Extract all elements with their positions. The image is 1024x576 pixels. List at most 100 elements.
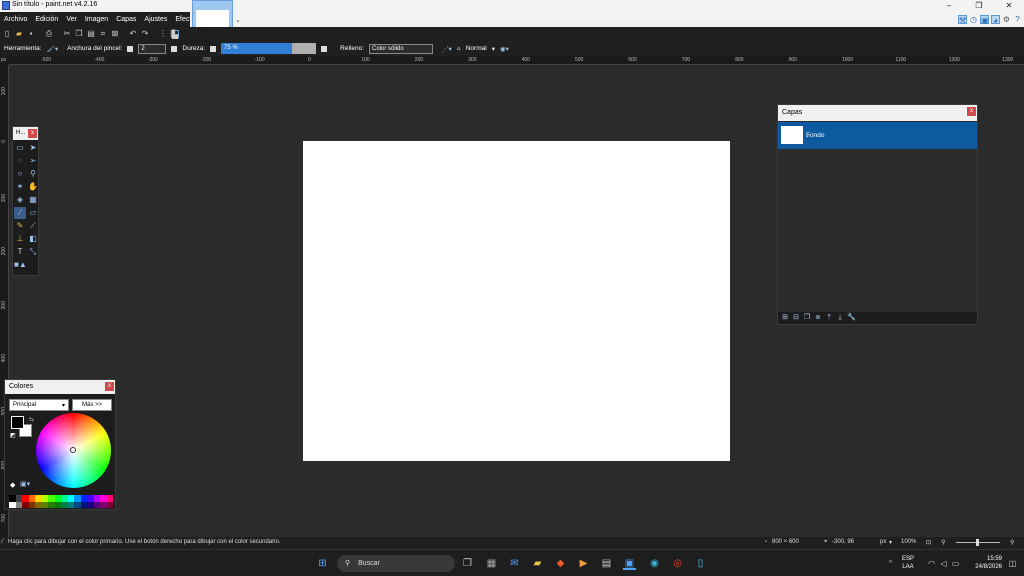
add-layer-icon[interactable]: ⊞ <box>781 314 789 322</box>
line-curve-tool-icon[interactable]: ⤡ <box>27 246 39 258</box>
paste-icon[interactable]: ▤ <box>87 30 95 38</box>
taskbar-clock[interactable]: 15:59 24/8/2026 <box>975 555 1002 571</box>
show-hidden-icons-icon[interactable]: ^ <box>884 557 897 570</box>
menu-capas[interactable]: Capas <box>112 16 140 23</box>
pan-tool-icon[interactable]: ✋ <box>27 181 39 193</box>
duplicate-layer-icon[interactable]: ❐ <box>803 314 811 322</box>
primary-color-swatch[interactable] <box>11 416 24 429</box>
print-icon[interactable]: ⎙ <box>45 30 53 38</box>
zoom-level[interactable]: 100% <box>901 539 916 545</box>
increase-hardness-icon[interactable] <box>321 45 328 52</box>
color-picker-tool-icon[interactable]: ⟋ <box>27 220 39 232</box>
battery-icon[interactable]: ▭ <box>949 557 962 570</box>
color-mode-dropdown[interactable]: Principal ▾ <box>9 399 69 411</box>
file-explorer-icon[interactable]: ▰ <box>531 557 544 570</box>
color-palette[interactable] <box>9 495 113 508</box>
zoom-slider[interactable] <box>956 539 1000 546</box>
color-wheel-cursor[interactable] <box>70 447 76 453</box>
move-selected-tool-icon[interactable]: ➤ <box>27 142 39 154</box>
merge-layer-icon[interactable]: ⧈ <box>814 314 822 322</box>
palette-menu-icon[interactable]: ▣▾ <box>20 480 30 488</box>
help-icon[interactable]: ? <box>1013 15 1022 24</box>
grid-icon[interactable]: ⋮⋮ <box>159 30 175 38</box>
zoom-in-icon[interactable]: ⚲ <box>1010 539 1014 546</box>
shapes-tool-icon[interactable]: ■▲ <box>14 259 27 271</box>
layers-panel-header[interactable]: Capas x <box>778 105 977 121</box>
rectangle-select-tool-icon[interactable]: ▭ <box>14 142 26 154</box>
move-layer-up-icon[interactable]: ⤒ <box>825 314 833 322</box>
mail-icon[interactable]: ✉ <box>508 557 521 570</box>
layer-visibility-checkbox[interactable]: ✓ <box>806 132 974 140</box>
notepad-icon[interactable]: ▯ <box>694 557 707 570</box>
zoom-fit-icon[interactable]: ⊡ <box>926 539 931 546</box>
undo-icon[interactable]: ↶ <box>129 30 137 38</box>
menu-ver[interactable]: Ver <box>62 16 81 23</box>
magic-wand-tool-icon[interactable]: ✶ <box>14 181 26 193</box>
brave-browser-icon[interactable]: ◆ <box>554 557 567 570</box>
taskbar-search-box[interactable]: ⚲ Buscar <box>337 555 455 572</box>
menu-imagen[interactable]: Imagen <box>81 16 112 23</box>
layers-panel-close-icon[interactable]: x <box>967 107 976 116</box>
antialiasing-icon[interactable]: ⋰▾ <box>442 45 452 53</box>
blend-mode-icon[interactable]: ⩟ <box>457 45 461 53</box>
crop-icon[interactable]: ⌗ <box>99 30 107 38</box>
reset-colors-icon[interactable]: ◩ <box>10 432 16 439</box>
layer-row[interactable]: Fondo ✓ <box>778 122 977 149</box>
clone-stamp-tool-icon[interactable]: ⊥ <box>14 233 26 245</box>
hardness-slider[interactable]: 75 % <box>221 43 317 54</box>
tools-panel-close-icon[interactable]: x <box>28 129 37 138</box>
tools-panel-header[interactable]: H... x <box>13 127 38 140</box>
maximize-button[interactable]: ❐ <box>964 0 994 12</box>
brush-width-input[interactable]: 2 <box>138 43 167 54</box>
document-list-icon[interactable]: ⌄ <box>235 16 241 24</box>
more-colors-button[interactable]: Más >> <box>72 399 112 411</box>
ellipse-select-tool-icon[interactable]: ○ <box>14 168 26 180</box>
menu-ajustes[interactable]: Ajustes <box>140 16 171 23</box>
colors-window-icon[interactable]: ◕ <box>991 15 1000 25</box>
settings-icon[interactable]: ⚙ <box>1002 15 1011 24</box>
copy-icon[interactable]: ❐ <box>75 30 83 38</box>
layers-window-icon[interactable]: ▣ <box>980 15 989 25</box>
lasso-select-tool-icon[interactable]: ◌ <box>14 155 26 167</box>
paint-bucket-tool-icon[interactable]: ◈ <box>14 194 26 206</box>
new-icon[interactable]: ▯ <box>3 30 11 38</box>
blend-mode-chevron-icon[interactable]: ▾ <box>492 45 495 53</box>
add-to-palette-icon[interactable]: ◆ <box>10 481 15 489</box>
menu-archivo[interactable]: Archivo <box>0 16 31 23</box>
zoom-slider-knob[interactable] <box>976 539 979 546</box>
zoom-tool-icon[interactable]: ⚲ <box>27 168 39 180</box>
recolor-tool-icon[interactable]: ◧ <box>27 233 39 245</box>
paintnet-taskbar-icon[interactable]: ▣ <box>623 557 636 570</box>
cut-icon[interactable]: ✂ <box>63 30 71 38</box>
menu-edicion[interactable]: Edición <box>31 16 62 23</box>
eraser-tool-icon[interactable]: ▱ <box>27 207 39 219</box>
notifications-icon[interactable]: ◫ <box>1006 557 1019 570</box>
move-selection-tool-icon[interactable]: ➢ <box>27 155 39 167</box>
media-player-icon[interactable]: ▶ <box>577 557 590 570</box>
tools-window-icon[interactable]: ⚒ <box>958 15 967 25</box>
open-icon[interactable]: ▰ <box>15 30 23 38</box>
colors-panel-close-icon[interactable]: x <box>105 382 114 391</box>
swap-colors-icon[interactable]: ⇆ <box>29 416 34 423</box>
image-canvas[interactable] <box>303 141 730 461</box>
paintbrush-tool-icon[interactable]: 🖌▾ <box>47 45 59 53</box>
color-wheel[interactable] <box>36 413 111 488</box>
text-tool-icon[interactable]: T <box>14 246 26 258</box>
selection-mode-icon[interactable]: ◉▾ <box>500 45 509 53</box>
minimize-button[interactable]: – <box>934 0 964 12</box>
pencil-tool-icon[interactable]: ✎ <box>14 220 26 232</box>
windows-start-icon[interactable]: ⊞ <box>316 557 329 570</box>
palette-swatch[interactable] <box>106 501 113 508</box>
save-icon[interactable]: ▪ <box>27 30 35 38</box>
layer-properties-icon[interactable]: 🔧 <box>847 314 856 322</box>
rulers-icon[interactable]: ▙ <box>171 30 179 39</box>
calculator-icon[interactable]: ▦ <box>485 557 498 570</box>
move-layer-down-icon[interactable]: ⤓ <box>836 314 844 322</box>
delete-layer-icon[interactable]: ⊟ <box>792 314 800 322</box>
redo-icon[interactable]: ↷ <box>141 30 149 38</box>
store-icon[interactable]: ▤ <box>600 557 613 570</box>
task-view-icon[interactable]: ❐ <box>461 557 474 570</box>
chrome-icon[interactable]: ◎ <box>671 557 684 570</box>
gradient-tool-icon[interactable]: ▦ <box>27 194 39 206</box>
close-button[interactable]: ✕ <box>994 0 1024 12</box>
